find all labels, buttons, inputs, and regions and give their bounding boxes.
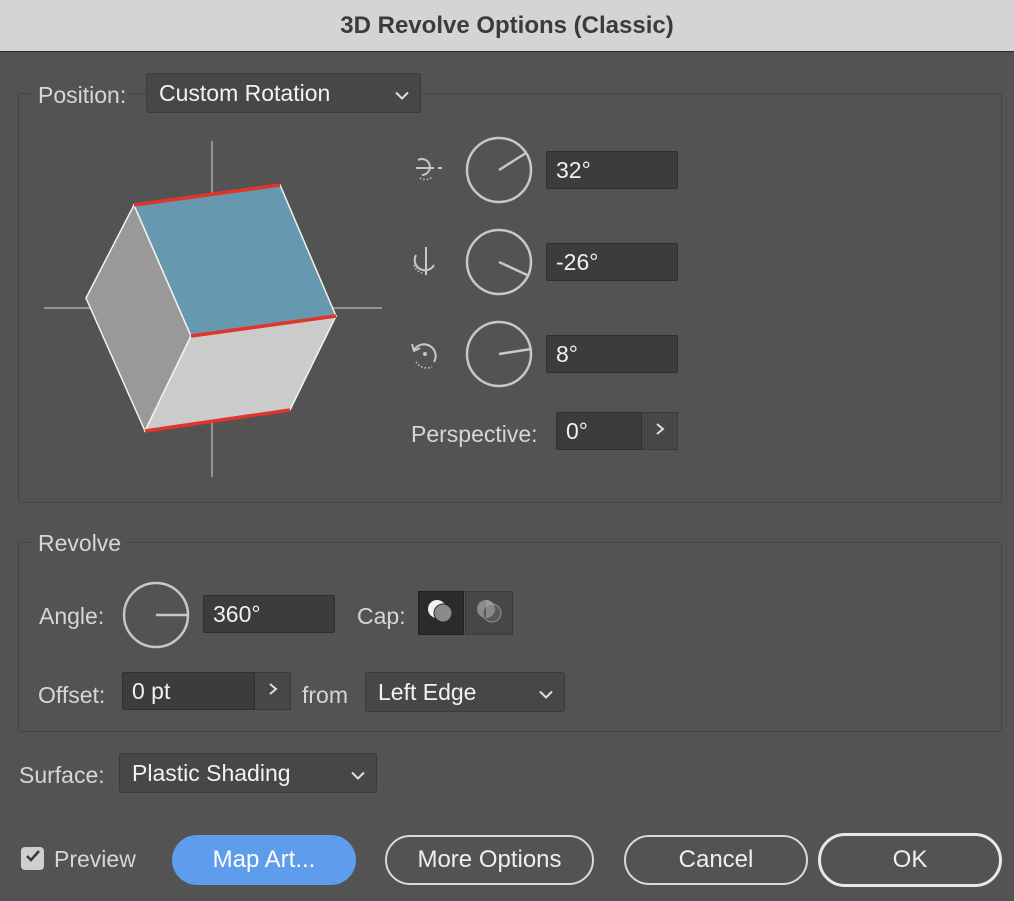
cap-on-icon (426, 597, 456, 630)
y-rotation-dial[interactable] (464, 227, 534, 302)
cancel-button[interactable]: Cancel (624, 835, 808, 885)
perspective-slider-button[interactable] (641, 412, 678, 450)
position-dropdown-value: Custom Rotation (159, 79, 331, 106)
cap-label: Cap: (357, 603, 406, 629)
cap-off-button[interactable] (465, 591, 513, 635)
offset-field[interactable]: 0 pt (122, 672, 255, 710)
chevron-down-icon (394, 80, 410, 107)
from-label: from (302, 682, 348, 708)
position-dropdown[interactable]: Custom Rotation (146, 73, 421, 113)
rotate-z-icon (408, 336, 444, 377)
perspective-value: 0° (566, 417, 588, 444)
y-rotation-field[interactable]: -26° (546, 243, 678, 281)
from-dropdown[interactable]: Left Edge (365, 672, 565, 712)
z-rotation-value: 8° (556, 340, 578, 367)
angle-field[interactable]: 360° (203, 595, 335, 633)
z-rotation-dial[interactable] (464, 319, 534, 394)
chevron-down-icon (350, 760, 366, 787)
surface-dropdown[interactable]: Plastic Shading (119, 753, 377, 793)
rotate-x-icon (408, 150, 444, 191)
title-bar: 3D Revolve Options (Classic) (0, 0, 1014, 52)
z-rotation-field[interactable]: 8° (546, 335, 678, 373)
angle-label: Angle: (39, 603, 105, 629)
dialog-title: 3D Revolve Options (Classic) (340, 11, 674, 39)
x-rotation-dial[interactable] (464, 135, 534, 210)
perspective-label: Perspective: (411, 421, 538, 447)
x-rotation-value: 32° (556, 156, 591, 183)
from-dropdown-value: Left Edge (378, 678, 477, 705)
offset-value: 0 pt (132, 677, 171, 704)
cap-on-button[interactable] (418, 591, 464, 635)
chevron-down-icon (538, 679, 554, 706)
angle-value: 360° (213, 600, 261, 627)
more-options-button[interactable]: More Options (385, 835, 594, 885)
map-art-button[interactable]: Map Art... (172, 835, 356, 885)
rotation-trackball[interactable] (40, 138, 385, 480)
rotate-y-icon (408, 243, 444, 284)
chevron-right-icon (655, 422, 665, 441)
preview-label[interactable]: Preview (54, 846, 136, 873)
cap-off-icon (474, 597, 504, 630)
angle-dial[interactable] (121, 580, 191, 655)
perspective-field[interactable]: 0° (556, 412, 642, 450)
revolve-group-label: Revolve (34, 530, 126, 557)
surface-label: Surface: (19, 762, 105, 788)
checkbox-check-icon (25, 849, 41, 868)
preview-checkbox[interactable] (21, 847, 44, 870)
position-label: Position: (34, 82, 131, 109)
chevron-right-icon (268, 682, 278, 701)
offset-label: Offset: (38, 682, 106, 708)
y-rotation-value: -26° (556, 248, 599, 275)
x-rotation-field[interactable]: 32° (546, 151, 678, 189)
offset-slider-button[interactable] (254, 672, 291, 710)
ok-button[interactable]: OK (818, 833, 1002, 887)
surface-dropdown-value: Plastic Shading (132, 759, 291, 786)
